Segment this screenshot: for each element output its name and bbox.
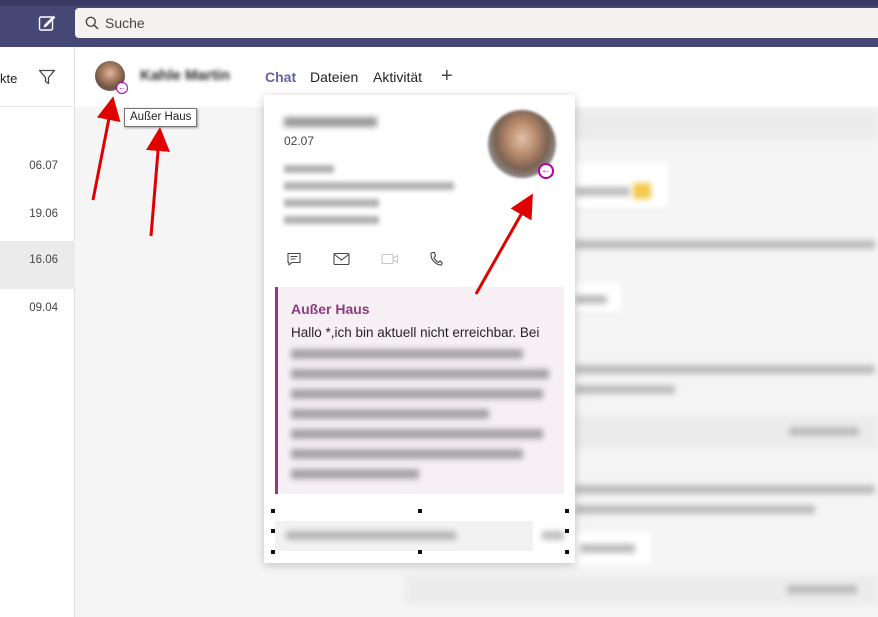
contact-actions [284, 249, 464, 269]
selection-handle [565, 509, 569, 513]
status-tooltip: Außer Haus [124, 108, 198, 127]
selection-handle [271, 550, 275, 554]
redacted-text [575, 240, 875, 249]
selection-handle [418, 509, 422, 513]
list-item[interactable]: 09.04 [0, 289, 75, 337]
list-item-date: 19.06 [29, 208, 58, 220]
redacted-text [291, 429, 543, 439]
conversation-list: kte 06.07 19.06 16.06 09.04 [0, 47, 75, 617]
tab-files[interactable]: Dateien [310, 69, 358, 85]
message-bubble-redacted [555, 110, 878, 140]
filter-icon[interactable] [38, 68, 56, 86]
chat-icon[interactable] [284, 249, 304, 269]
contact-card: 02.07 ← Außer Haus Hallo *,ich bin aktue… [264, 95, 575, 563]
redacted-text [575, 187, 630, 196]
redacted-text [291, 349, 523, 359]
out-of-office-first-line: Hallo *,ich bin aktuell nicht erreichbar… [291, 325, 540, 340]
send-button-redacted[interactable] [542, 531, 564, 540]
search-placeholder: Suche [105, 15, 145, 31]
list-item-selected[interactable]: 16.06 [0, 241, 75, 289]
emoji-redacted [633, 183, 651, 199]
redacted-text [575, 485, 875, 494]
redacted-text [575, 505, 815, 514]
search-icon [83, 14, 101, 32]
redacted-text [580, 544, 635, 553]
contact-name-redacted [284, 117, 377, 127]
list-item-date: 06.07 [29, 160, 58, 172]
out-of-office-status-icon: ← [116, 82, 128, 94]
list-item[interactable]: 19.06 [0, 195, 75, 243]
selection-handle [418, 550, 422, 554]
redacted-text [291, 449, 523, 459]
search-input[interactable]: Suche [75, 8, 878, 38]
message-bubble-redacted [573, 163, 668, 207]
contact-date: 02.07 [284, 134, 315, 148]
list-item[interactable]: 06.07 [0, 147, 75, 195]
selection-handle [565, 529, 569, 533]
tab-activity[interactable]: Aktivität [373, 69, 422, 85]
out-of-office-message: Außer Haus Hallo *,ich bin aktuell nicht… [275, 287, 564, 494]
list-item-date: 09.04 [29, 302, 58, 314]
contact-name-redacted[interactable]: Kahle Martin [140, 67, 230, 84]
tab-chat[interactable]: Chat [265, 69, 296, 85]
contact-info-redacted [284, 165, 334, 173]
redacted-text [575, 295, 607, 304]
list-title: kte [0, 71, 18, 86]
add-tab-button[interactable]: + [441, 65, 453, 88]
selection-handle [271, 509, 275, 513]
contact-info-redacted [284, 199, 379, 207]
out-of-office-title: Außer Haus [291, 301, 370, 317]
redacted-text [291, 409, 489, 419]
redacted-text [286, 531, 456, 540]
redacted-text [787, 585, 857, 594]
list-header: kte [0, 47, 75, 107]
out-of-office-status-icon: ← [538, 163, 554, 179]
contact-info-redacted [284, 182, 454, 190]
redacted-text [291, 369, 549, 379]
redacted-text [575, 365, 875, 374]
contact-info-redacted [284, 216, 379, 224]
top-bar: Suche [0, 0, 878, 47]
video-icon [380, 249, 400, 269]
selection-handle [565, 550, 569, 554]
top-bar-strip [0, 0, 878, 6]
mail-icon[interactable] [331, 249, 351, 269]
compose-icon [38, 15, 56, 31]
list-item-date: 16.06 [29, 254, 58, 266]
redacted-text [291, 389, 543, 399]
redacted-text [575, 385, 675, 394]
redacted-text [291, 469, 419, 479]
phone-icon[interactable] [426, 249, 446, 269]
new-chat-button[interactable] [36, 12, 58, 34]
redacted-text [789, 427, 859, 436]
selection-handle [271, 529, 275, 533]
